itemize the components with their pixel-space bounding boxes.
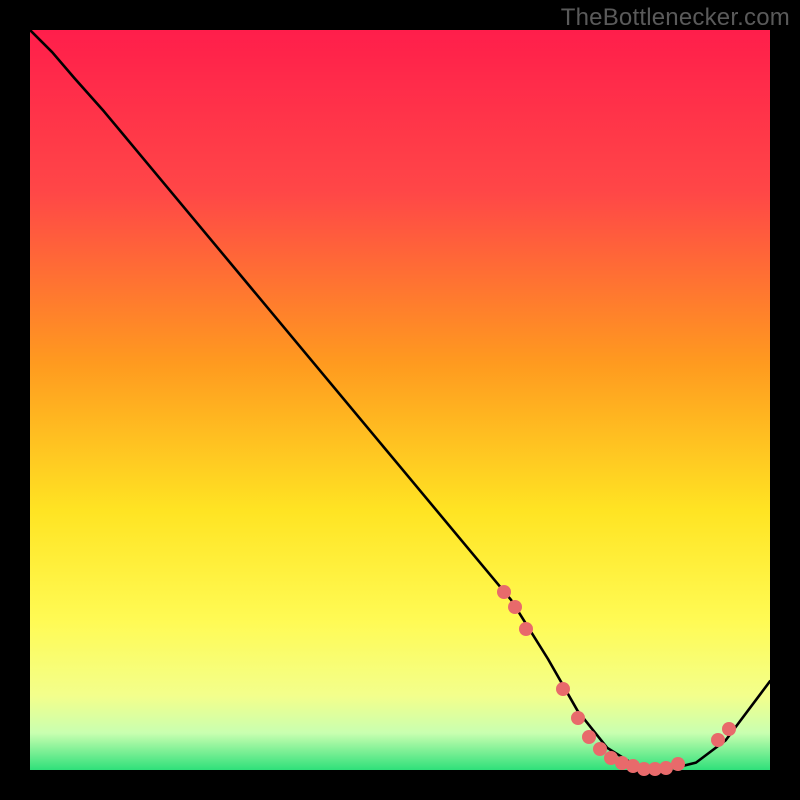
data-point-marker (711, 733, 725, 747)
watermark-text: TheBottlenecker.com (561, 4, 790, 32)
data-point-marker (519, 622, 533, 636)
plot-area (30, 30, 770, 770)
data-point-marker (582, 730, 596, 744)
data-point-marker (722, 722, 736, 736)
marker-layer (30, 30, 770, 770)
data-point-marker (671, 757, 685, 771)
data-point-marker (571, 711, 585, 725)
data-point-marker (556, 682, 570, 696)
chart-frame: TheBottlenecker.com (0, 0, 800, 800)
data-point-marker (508, 600, 522, 614)
data-point-marker (497, 585, 511, 599)
